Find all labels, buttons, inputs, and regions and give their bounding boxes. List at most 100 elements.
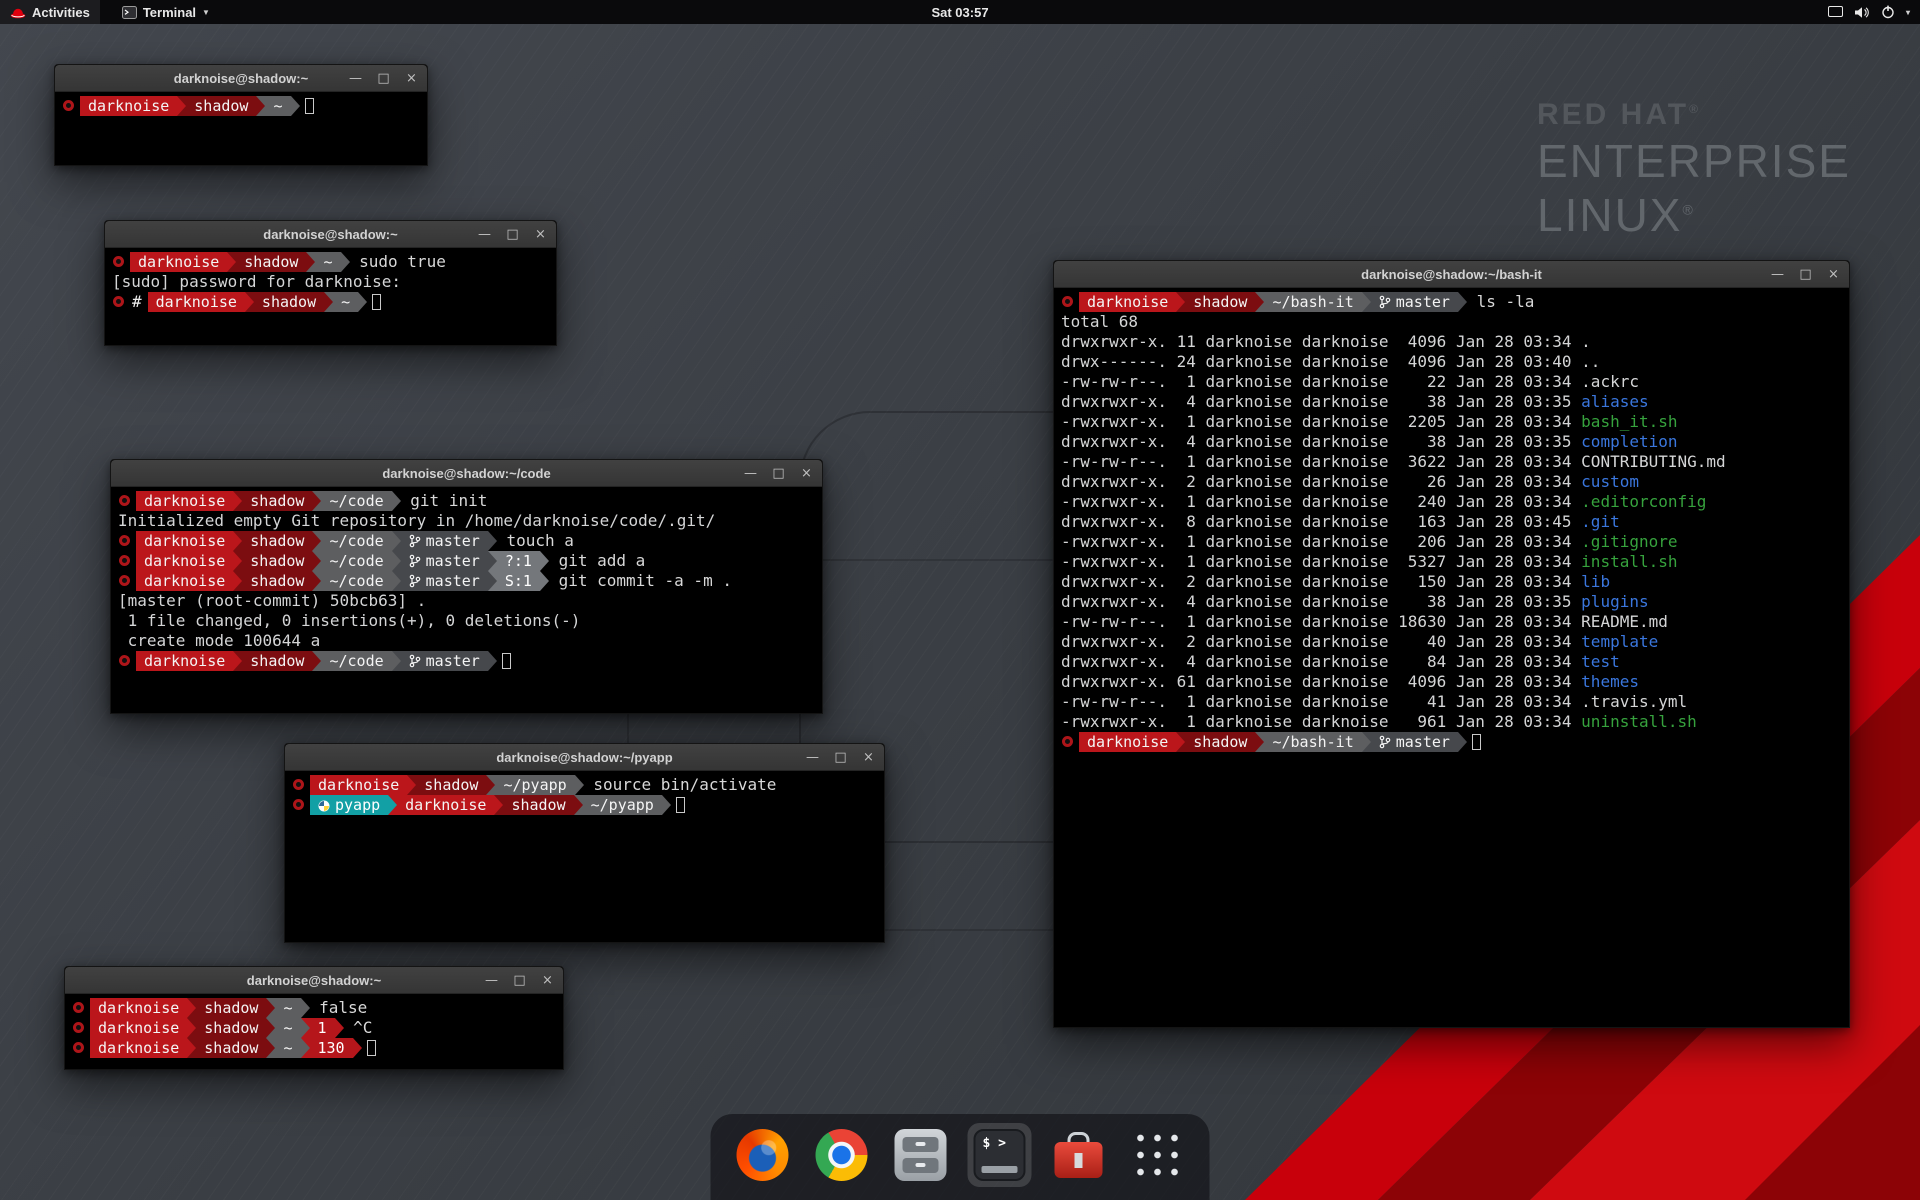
window-close-button[interactable]: × — [534, 228, 547, 241]
git-branch-icon — [409, 653, 421, 673]
prompt-segment-host: shadow — [242, 651, 312, 671]
window-close-button[interactable]: × — [800, 467, 813, 480]
python-icon — [318, 797, 330, 817]
dock-item-chrome[interactable] — [810, 1123, 874, 1187]
terminal-window[interactable]: darknoise@shadow:~—□×darknoiseshadow~ su… — [104, 220, 557, 346]
window-maximize-button[interactable]: □ — [513, 974, 526, 987]
prompt-segment-scm: master — [401, 531, 488, 551]
dock-item-show-applications[interactable] — [1126, 1123, 1190, 1187]
window-minimize-button[interactable]: — — [806, 751, 819, 764]
firefox-icon — [737, 1129, 789, 1181]
window-controls: — □ × — [478, 221, 547, 247]
window-titlebar[interactable]: darknoise@shadow:~/pyapp—□× — [285, 744, 884, 771]
window-minimize-button[interactable]: — — [478, 228, 491, 241]
window-minimize-button[interactable]: — — [349, 72, 362, 85]
output-text: -rw-rw-r--. 1 darknoise darknoise 41 Jan… — [1061, 692, 1687, 711]
app-menu-terminal[interactable]: Terminal ▼ — [112, 0, 220, 24]
prompt-segment-path: ~ — [315, 252, 340, 272]
prompt-segment-exit: 1 — [310, 1018, 335, 1038]
terminal-body[interactable]: darknoiseshadow~ falsedarknoiseshadow~1 … — [65, 994, 563, 1058]
terminal-window[interactable]: darknoise@shadow:~/code—□×darknoiseshado… — [110, 459, 823, 714]
software-icon — [1053, 1129, 1105, 1181]
command-text: ^C — [344, 1018, 373, 1037]
window-controls: — □ × — [1771, 261, 1840, 287]
output-line: -rwxrwxr-x. 1 darknoise darknoise 961 Ja… — [1061, 712, 1842, 732]
prompt-line: darknoiseshadow~/code git init — [118, 491, 815, 511]
prompt-segment-path: ~/code — [321, 491, 391, 511]
window-maximize-button[interactable]: □ — [506, 228, 519, 241]
window-minimize-button[interactable]: — — [1771, 268, 1784, 281]
powerline-separator-icon — [488, 531, 497, 551]
prompt-glyph-icon — [293, 799, 304, 810]
power-icon — [1881, 5, 1895, 19]
show-applications-icon — [1132, 1129, 1184, 1181]
output-line: total 68 — [1061, 312, 1842, 332]
powerline-separator-icon — [187, 1018, 196, 1038]
window-titlebar[interactable]: darknoise@shadow:~/code—□× — [111, 460, 822, 487]
clock[interactable]: Sat 03:57 — [921, 0, 998, 24]
powerline-separator-icon — [312, 551, 321, 571]
prompt-line: darknoiseshadow~/codemaster — [118, 651, 815, 671]
prompt-segment-path: ~/code — [321, 571, 391, 591]
output-text: [sudo] password for darknoise: — [112, 272, 411, 291]
output-line: -rwxrwxr-x. 1 darknoise darknoise 2205 J… — [1061, 412, 1842, 432]
powerline-separator-icon — [335, 1018, 344, 1038]
terminal-window[interactable]: darknoise@shadow:~/pyapp—□×darknoiseshad… — [284, 743, 885, 943]
terminal-window[interactable]: darknoise@shadow:~—□×darknoiseshadow~ fa… — [64, 966, 564, 1070]
window-close-button[interactable]: × — [541, 974, 554, 987]
output-text: 1 file changed, 0 insertions(+), 0 delet… — [118, 611, 580, 630]
dock-item-files[interactable] — [889, 1123, 953, 1187]
window-minimize-button[interactable]: — — [744, 467, 757, 480]
prompt-line: pyappdarknoiseshadow~/pyapp — [292, 795, 877, 815]
terminal-body[interactable]: darknoiseshadow~/code git initInitialize… — [111, 487, 822, 671]
window-maximize-button[interactable]: □ — [377, 72, 390, 85]
prompt-segment-host: shadow — [242, 491, 312, 511]
git-branch-icon — [409, 573, 421, 593]
dock-item-software[interactable] — [1047, 1123, 1111, 1187]
output-line: -rw-rw-r--. 1 darknoise darknoise 18630 … — [1061, 612, 1842, 632]
dock-item-firefox[interactable] — [731, 1123, 795, 1187]
window-minimize-button[interactable]: — — [485, 974, 498, 987]
terminal-body[interactable]: darknoiseshadow~ — [55, 92, 427, 116]
window-titlebar[interactable]: darknoise@shadow:~—□× — [65, 967, 563, 994]
system-status-area[interactable]: ▾ — [1818, 0, 1920, 24]
prompt-segment-host: shadow — [186, 96, 256, 116]
window-close-button[interactable]: × — [862, 751, 875, 764]
activities-label: Activities — [32, 5, 90, 20]
prompt-segment-path: ~/bash-it — [1264, 732, 1361, 752]
prompt-glyph-icon — [73, 1022, 84, 1033]
powerline-separator-icon — [574, 795, 583, 815]
prompt-glyph-icon — [119, 555, 130, 566]
prompt-line: darknoiseshadow~/bash-itmaster — [1061, 732, 1842, 752]
terminal-window[interactable]: darknoise@shadow:~—□×darknoiseshadow~ — [54, 64, 428, 166]
window-close-button[interactable]: × — [1827, 268, 1840, 281]
root-prefix: # — [130, 292, 148, 311]
window-maximize-button[interactable]: □ — [834, 751, 847, 764]
chevron-down-icon: ▼ — [202, 8, 210, 17]
powerline-separator-icon — [488, 571, 497, 591]
powerline-separator-icon — [486, 775, 495, 795]
window-titlebar[interactable]: darknoise@shadow:~/bash-it—□× — [1054, 261, 1849, 288]
powerline-separator-icon — [358, 292, 367, 312]
window-maximize-button[interactable]: □ — [1799, 268, 1812, 281]
terminal-body[interactable]: darknoiseshadow~/pyapp source bin/activa… — [285, 771, 884, 815]
terminal-body[interactable]: darknoiseshadow~ sudo true[sudo] passwor… — [105, 248, 556, 312]
prompt-segment-host: shadow — [503, 795, 573, 815]
activities-button[interactable]: Activities — [0, 0, 100, 24]
output-text: -rwxrwxr-x. 1 darknoise darknoise 5327 J… — [1061, 552, 1678, 571]
terminal-window[interactable]: darknoise@shadow:~/bash-it—□×darknoisesh… — [1053, 260, 1850, 1028]
prompt-glyph-icon — [113, 296, 124, 307]
window-titlebar[interactable]: darknoise@shadow:~—□× — [55, 65, 427, 92]
window-titlebar[interactable]: darknoise@shadow:~—□× — [105, 221, 556, 248]
prompt-line: #darknoiseshadow~ — [112, 292, 549, 312]
files-icon — [895, 1129, 947, 1181]
window-controls: — □ × — [485, 967, 554, 993]
powerline-separator-icon — [392, 551, 401, 571]
prompt-glyph-icon — [1062, 736, 1073, 747]
output-text: [master (root-commit) 50bcb63] . — [118, 591, 426, 610]
window-close-button[interactable]: × — [405, 72, 418, 85]
command-text: sudo true — [350, 252, 446, 271]
window-maximize-button[interactable]: □ — [772, 467, 785, 480]
dock-item-terminal[interactable] — [968, 1123, 1032, 1187]
terminal-body[interactable]: darknoiseshadow~/bash-itmaster ls -latot… — [1054, 288, 1849, 752]
